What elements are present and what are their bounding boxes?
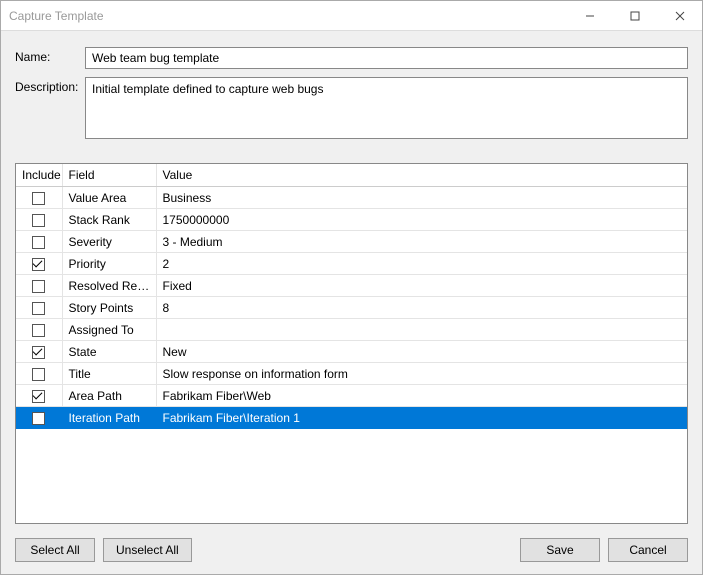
cell-value: New [156,341,687,363]
table-row[interactable]: Area PathFabrikam Fiber\Web [16,385,687,407]
table-row[interactable]: Story Points8 [16,297,687,319]
cell-field: State [62,341,156,363]
cell-field: Resolved Reason [62,275,156,297]
minimize-button[interactable] [567,1,612,30]
table-row[interactable]: Stack Rank1750000000 [16,209,687,231]
include-checkbox[interactable] [32,280,45,293]
cell-field: Story Points [62,297,156,319]
include-checkbox[interactable] [32,390,45,403]
table-row[interactable]: Assigned To [16,319,687,341]
maximize-button[interactable] [612,1,657,30]
table-row[interactable]: Resolved ReasonFixed [16,275,687,297]
table-row[interactable]: Iteration PathFabrikam Fiber\Iteration 1 [16,407,687,429]
include-checkbox[interactable] [32,324,45,337]
cell-value: 8 [156,297,687,319]
cell-value: 1750000000 [156,209,687,231]
cell-value: Fabrikam Fiber\Web [156,385,687,407]
table-row[interactable]: Priority2 [16,253,687,275]
cell-field: Title [62,363,156,385]
window-title: Capture Template [9,9,567,23]
include-checkbox[interactable] [32,192,45,205]
table-row[interactable]: TitleSlow response on information form [16,363,687,385]
cell-value: Slow response on information form [156,363,687,385]
cell-field: Stack Rank [62,209,156,231]
include-checkbox[interactable] [32,368,45,381]
col-header-field[interactable]: Field [62,164,156,187]
save-button[interactable]: Save [520,538,600,562]
cell-value: Fabrikam Fiber\Iteration 1 [156,407,687,429]
cell-value: Fixed [156,275,687,297]
include-checkbox[interactable] [32,214,45,227]
include-checkbox[interactable] [32,236,45,249]
cell-value: 2 [156,253,687,275]
cancel-button[interactable]: Cancel [608,538,688,562]
include-checkbox[interactable] [32,346,45,359]
col-header-value[interactable]: Value [156,164,687,187]
table-row[interactable]: Value AreaBusiness [16,187,687,209]
unselect-all-button[interactable]: Unselect All [103,538,192,562]
close-button[interactable] [657,1,702,30]
fields-table: Include Field Value Value AreaBusinessSt… [15,163,688,524]
table-row[interactable]: StateNew [16,341,687,363]
cell-field: Priority [62,253,156,275]
include-checkbox[interactable] [32,412,45,425]
description-label: Description: [15,77,85,94]
table-header-row: Include Field Value [16,164,687,187]
name-label: Name: [15,47,85,64]
cell-field: Assigned To [62,319,156,341]
cell-field: Value Area [62,187,156,209]
cell-value: Business [156,187,687,209]
capture-template-dialog: Capture Template Name: Description: Init… [0,0,703,575]
titlebar: Capture Template [1,1,702,31]
cell-field: Iteration Path [62,407,156,429]
name-input[interactable] [85,47,688,69]
include-checkbox[interactable] [32,302,45,315]
cell-field: Severity [62,231,156,253]
cell-value [156,319,687,341]
select-all-button[interactable]: Select All [15,538,95,562]
description-input[interactable]: Initial template defined to capture web … [85,77,688,139]
col-header-include[interactable]: Include [16,164,62,187]
cell-field: Area Path [62,385,156,407]
cell-value: 3 - Medium [156,231,687,253]
include-checkbox[interactable] [32,258,45,271]
table-row[interactable]: Severity3 - Medium [16,231,687,253]
